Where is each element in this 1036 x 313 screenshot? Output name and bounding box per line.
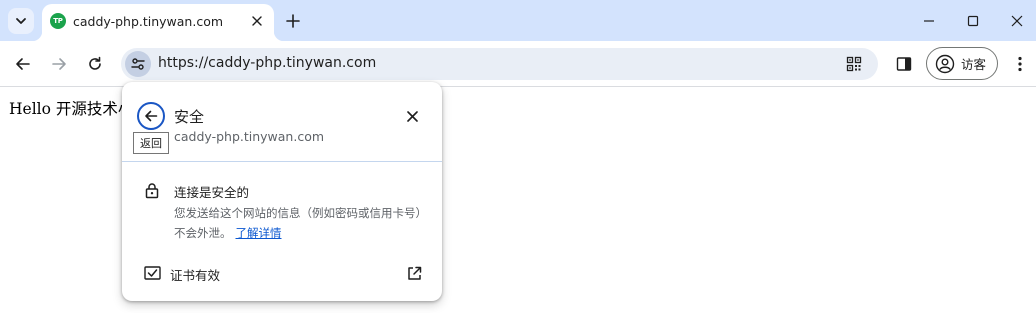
certificate-icon: [143, 265, 161, 281]
arrow-left-icon: [16, 58, 30, 70]
secure-connection-description: 您发送给这个网站的信息（例如密码或信用卡号）不会外泄。 了解详情: [174, 203, 424, 243]
forward-button[interactable]: [48, 53, 70, 75]
plus-icon: [286, 14, 300, 28]
secure-description-text: 您发送给这个网站的信息（例如密码或信用卡号）不会外泄。: [174, 206, 422, 240]
tab-close-button[interactable]: [248, 12, 266, 30]
chevron-down-icon: [16, 18, 26, 24]
tab-strip: TP caddy-php.tinywan.com: [0, 0, 1036, 41]
secure-connection-title: 连接是安全的: [174, 185, 250, 200]
browser-window: TP caddy-php.tinywan.com https://caddy-p…: [0, 0, 1036, 313]
site-security-popup: 返回 安全 caddy-php.tinywan.com 连接是安全的 您发送给这…: [122, 82, 442, 301]
popup-hostname: caddy-php.tinywan.com: [174, 129, 325, 144]
tab-search-button[interactable]: [8, 8, 34, 34]
qr-code-icon: [846, 56, 862, 72]
learn-more-link[interactable]: 了解详情: [236, 226, 282, 240]
popup-divider: [122, 161, 442, 162]
new-tab-button[interactable]: [283, 11, 303, 31]
page-body-text: Hello 开源技术小: [9, 100, 134, 118]
minimize-button[interactable]: [918, 10, 940, 32]
qr-code-button[interactable]: [845, 55, 863, 73]
maximize-button[interactable]: [962, 10, 984, 32]
reload-button[interactable]: [84, 53, 106, 75]
certificate-valid-label[interactable]: 证书有效: [170, 265, 220, 284]
active-tab[interactable]: TP caddy-php.tinywan.com: [32, 4, 284, 41]
close-icon: [252, 16, 262, 26]
popup-title: 安全: [174, 108, 205, 126]
back-tooltip: 返回: [133, 132, 169, 154]
account-circle-icon: [935, 54, 955, 74]
maximize-icon: [967, 15, 979, 27]
popup-close-button[interactable]: [402, 106, 422, 126]
side-panel-button[interactable]: [894, 54, 914, 74]
window-close-button[interactable]: [1006, 10, 1028, 32]
site-info-button[interactable]: [125, 51, 151, 77]
popup-back-button[interactable]: [137, 102, 165, 130]
open-in-new-icon: [407, 266, 421, 280]
site-favicon-icon: TP: [50, 13, 66, 29]
side-panel-icon: [896, 57, 912, 71]
toolbar: https://caddy-php.tinywan.com 访客: [0, 41, 1036, 87]
tune-icon: [131, 58, 145, 70]
open-certificate-button[interactable]: [405, 264, 423, 282]
profile-label: 访客: [961, 57, 987, 72]
arrow-left-icon: [145, 110, 158, 122]
lock-icon: [144, 181, 160, 199]
address-bar[interactable]: https://caddy-php.tinywan.com: [121, 48, 878, 80]
reload-icon: [89, 56, 101, 70]
close-icon: [1011, 15, 1023, 27]
back-button[interactable]: [12, 53, 34, 75]
menu-button[interactable]: [1010, 54, 1030, 74]
close-icon: [406, 110, 418, 122]
minimize-icon: [924, 20, 934, 22]
arrow-right-icon: [52, 58, 66, 70]
tab-title: caddy-php.tinywan.com: [73, 14, 224, 29]
profile-button[interactable]: 访客: [926, 47, 998, 80]
url-text[interactable]: https://caddy-php.tinywan.com: [158, 55, 376, 71]
more-vert-icon: [1018, 56, 1022, 72]
